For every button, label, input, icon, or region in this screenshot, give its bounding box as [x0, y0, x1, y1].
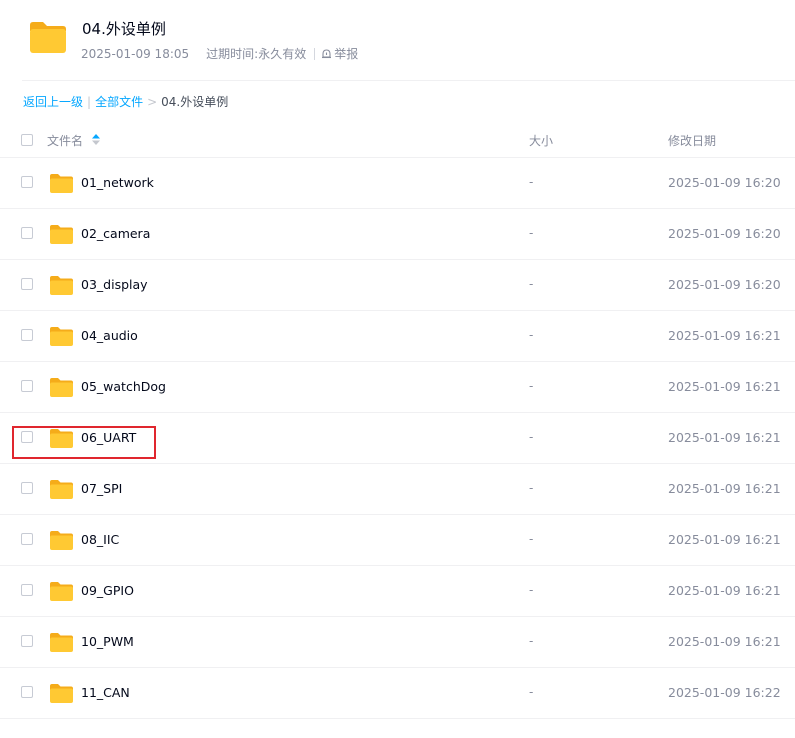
file-name[interactable]: 11_CAN — [81, 685, 130, 700]
column-header-size[interactable]: 大小 — [529, 132, 553, 149]
file-name[interactable]: 01_network — [81, 175, 154, 190]
file-date: 2025-01-09 16:20 — [668, 175, 781, 190]
folder-icon — [50, 174, 73, 193]
folder-icon — [50, 684, 73, 703]
file-size: - — [529, 532, 534, 546]
column-header-date[interactable]: 修改日期 — [668, 132, 716, 149]
file-date: 2025-01-09 16:21 — [668, 583, 781, 598]
breadcrumb-separator: | — [87, 94, 92, 109]
report-button[interactable]: 举报 — [321, 45, 358, 62]
table-row[interactable]: 10_PWM - 2025-01-09 16:21 — [0, 617, 795, 668]
table-row[interactable]: 11_CAN - 2025-01-09 16:22 — [0, 668, 795, 719]
select-all-checkbox[interactable] — [21, 134, 33, 146]
file-size: - — [529, 430, 534, 444]
table-row[interactable]: 08_IIC - 2025-01-09 16:21 — [0, 515, 795, 566]
folder-icon — [50, 225, 73, 244]
table-header: 文件名 大小 修改日期 — [0, 120, 795, 158]
file-date: 2025-01-09 16:20 — [668, 226, 781, 241]
row-checkbox[interactable] — [21, 686, 33, 698]
row-checkbox[interactable] — [21, 278, 33, 290]
breadcrumb-current: 04.外设单例 — [161, 95, 229, 109]
row-checkbox[interactable] — [21, 584, 33, 596]
file-size: - — [529, 634, 534, 648]
column-name-label: 文件名 — [47, 134, 84, 148]
file-date: 2025-01-09 16:21 — [668, 481, 781, 496]
file-size: - — [529, 583, 534, 597]
folder-icon — [50, 480, 73, 499]
file-name[interactable]: 09_GPIO — [81, 583, 134, 598]
row-checkbox[interactable] — [21, 482, 33, 494]
file-size: - — [529, 481, 534, 495]
file-name[interactable]: 07_SPI — [81, 481, 122, 496]
share-header: 04.外设单例 2025-01-09 18:05 过期时间: 永久有效 举报 — [0, 0, 795, 80]
page-title: 04.外设单例 — [82, 20, 166, 38]
file-name[interactable]: 10_PWM — [81, 634, 134, 649]
file-date: 2025-01-09 16:21 — [668, 430, 781, 445]
file-size: - — [529, 277, 534, 291]
file-name[interactable]: 03_display — [81, 277, 148, 292]
row-checkbox[interactable] — [21, 329, 33, 341]
expire-label: 过期时间: — [206, 47, 259, 61]
file-date: 2025-01-09 16:22 — [668, 685, 781, 700]
file-date: 2025-01-09 16:21 — [668, 634, 781, 649]
table-row[interactable]: 09_GPIO - 2025-01-09 16:21 — [0, 566, 795, 617]
expire-value: 永久有效 — [258, 47, 307, 61]
row-checkbox[interactable] — [21, 533, 33, 545]
file-size: - — [529, 226, 534, 240]
file-list: 01_network - 2025-01-09 16:20 02_camera - 202… — [0, 158, 795, 719]
all-files-link[interactable]: 全部文件 — [95, 93, 143, 110]
file-size: - — [529, 328, 534, 342]
back-link[interactable]: 返回上一级 — [23, 93, 83, 110]
file-size: - — [529, 379, 534, 393]
file-date: 2025-01-09 16:21 — [668, 532, 781, 547]
folder-icon — [50, 327, 73, 346]
created-time: 2025-01-09 18:05 — [81, 46, 190, 61]
table-row[interactable]: 02_camera - 2025-01-09 16:20 — [0, 209, 795, 260]
row-checkbox[interactable] — [21, 431, 33, 443]
report-icon — [322, 49, 332, 59]
row-checkbox[interactable] — [21, 380, 33, 392]
row-checkbox[interactable] — [21, 227, 33, 239]
folder-icon — [50, 429, 73, 448]
sort-icon[interactable] — [91, 134, 100, 145]
breadcrumb-arrow: > — [147, 94, 158, 109]
breadcrumb: 返回上一级 | 全部文件 > 04.外设单例 — [23, 93, 228, 110]
file-size: - — [529, 175, 534, 189]
file-date: 2025-01-09 16:21 — [668, 328, 781, 343]
table-row[interactable]: 01_network - 2025-01-09 16:20 — [0, 158, 795, 209]
file-name[interactable]: 04_audio — [81, 328, 138, 343]
table-row[interactable]: 03_display - 2025-01-09 16:20 — [0, 260, 795, 311]
share-meta: 2025-01-09 18:05 过期时间: 永久有效 举报 — [81, 45, 358, 62]
table-row[interactable]: 07_SPI - 2025-01-09 16:21 — [0, 464, 795, 515]
row-checkbox[interactable] — [21, 176, 33, 188]
file-name[interactable]: 02_camera — [81, 226, 150, 241]
file-name[interactable]: 05_watchDog — [81, 379, 166, 394]
header-divider — [22, 80, 795, 81]
folder-icon — [50, 633, 73, 652]
report-label: 举报 — [334, 47, 359, 61]
file-name[interactable]: 08_IIC — [81, 532, 119, 547]
file-date: 2025-01-09 16:20 — [668, 277, 781, 292]
file-name[interactable]: 06_UART — [81, 430, 136, 445]
table-row[interactable]: 04_audio - 2025-01-09 16:21 — [0, 311, 795, 362]
row-checkbox[interactable] — [21, 635, 33, 647]
folder-icon — [50, 378, 73, 397]
folder-icon — [50, 582, 73, 601]
folder-icon — [50, 276, 73, 295]
meta-divider — [314, 47, 316, 60]
folder-icon — [30, 22, 66, 53]
folder-icon — [50, 531, 73, 550]
table-row[interactable]: 06_UART - 2025-01-09 16:21 — [0, 413, 795, 464]
column-header-name[interactable]: 文件名 — [47, 132, 100, 149]
table-row[interactable]: 05_watchDog - 2025-01-09 16:21 — [0, 362, 795, 413]
file-date: 2025-01-09 16:21 — [668, 379, 781, 394]
file-size: - — [529, 685, 534, 699]
